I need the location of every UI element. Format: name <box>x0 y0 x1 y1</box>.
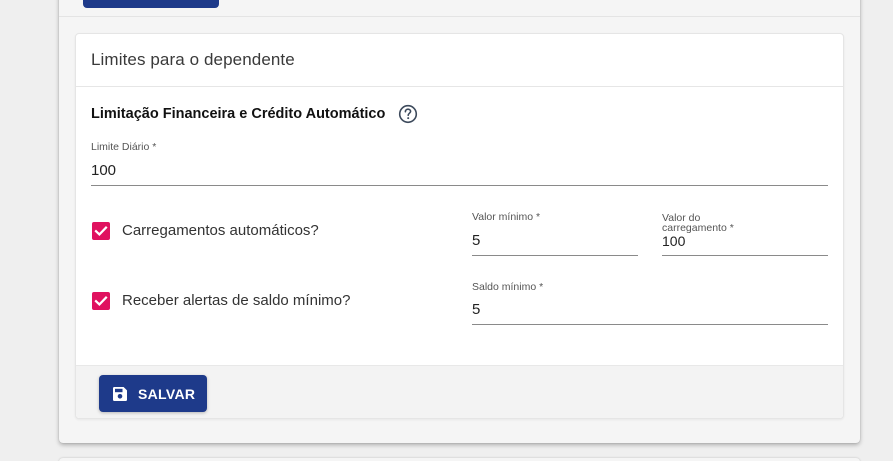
daily-limit-underline <box>91 185 828 186</box>
min-balance-alert-label[interactable]: Receber alertas de saldo mínimo? <box>122 292 350 309</box>
save-button[interactable]: SALVAR <box>99 375 207 412</box>
reload-value-label-line2: carregamento * <box>662 222 734 234</box>
card-title: Limites para o dependente <box>91 50 295 69</box>
daily-limit-label: Limite Diário * <box>91 141 157 153</box>
card-header: Limites para o dependente <box>76 34 843 87</box>
auto-reload-label[interactable]: Carregamentos automáticos? <box>122 222 319 239</box>
floppy-disk-icon <box>113 386 127 401</box>
min-balance-alert-checkbox[interactable] <box>92 292 110 310</box>
help-circle-icon[interactable] <box>398 104 418 124</box>
card-footer: SALVAR <box>76 365 843 418</box>
auto-reload-checkbox[interactable] <box>92 222 110 240</box>
min-value-input[interactable]: 5 <box>472 232 480 249</box>
save-button-label: SALVAR <box>138 385 196 402</box>
previous-section-button[interactable] <box>83 0 219 8</box>
min-balance-input[interactable]: 5 <box>472 301 480 318</box>
min-balance-underline <box>472 324 828 325</box>
dependent-limits-card: Limites para o dependente Limitação Fina… <box>75 33 844 419</box>
min-balance-label: Saldo mínimo * <box>472 281 544 293</box>
min-value-label: Valor mínimo * <box>472 211 541 223</box>
section-title: Limitação Financeira e Crédito Automátic… <box>91 106 386 122</box>
reload-value-input[interactable]: 100 <box>662 233 685 249</box>
daily-limit-input[interactable]: 100 <box>91 162 116 179</box>
reload-value-underline <box>662 255 828 256</box>
min-value-underline <box>472 255 638 256</box>
